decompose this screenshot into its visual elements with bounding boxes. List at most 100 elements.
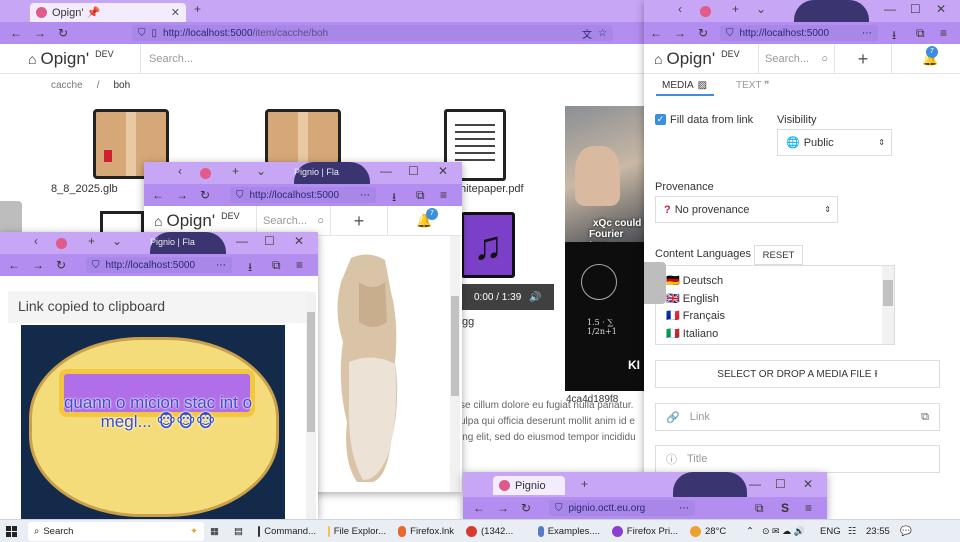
clock[interactable]: 23:55 xyxy=(860,520,894,542)
menu-icon[interactable]: ≡ xyxy=(805,501,812,515)
minimize-icon[interactable]: — xyxy=(749,477,761,491)
scrollbar[interactable] xyxy=(306,292,316,519)
home-logo[interactable]: ⌂ Opign' DEV xyxy=(654,49,758,69)
maximize-icon[interactable]: ☐ xyxy=(264,234,275,248)
language-item[interactable]: 🇬🇧 English xyxy=(666,291,894,309)
extension-s-icon[interactable]: S xyxy=(781,501,789,515)
taskbar-item-examples[interactable]: Examples.... xyxy=(532,520,606,542)
home-logo[interactable]: ⌂ Opign' DEV xyxy=(154,211,256,231)
breadcrumb-item-cacche[interactable]: cacche xyxy=(51,80,83,91)
tab-scroll-left-icon[interactable]: ‹ xyxy=(678,2,682,16)
forward-icon[interactable]: → xyxy=(674,26,686,40)
new-tab-icon[interactable]: + xyxy=(581,477,588,491)
main-search-input[interactable]: Search... xyxy=(140,43,640,74)
left-url-bar[interactable]: ⛉ http://localhost:5000 ⋯ xyxy=(86,257,232,273)
maximize-icon[interactable]: ☐ xyxy=(408,164,419,178)
volume-icon[interactable]: 🔊 xyxy=(529,292,541,303)
reload-icon[interactable]: ↻ xyxy=(58,26,68,40)
meme-image[interactable]: quann o micion stac int o megl... 🐵🐵🐵 xyxy=(21,325,285,519)
more-icon[interactable]: ⋯ xyxy=(679,503,689,514)
text-tab[interactable]: TEXT ❞ xyxy=(736,80,770,91)
forward-icon[interactable]: → xyxy=(497,501,509,515)
translate-icon[interactable]: 文 xyxy=(582,26,592,41)
middle-url-bar[interactable]: ⛉ http://localhost:5000 ⋯ xyxy=(230,187,376,203)
right-search-input[interactable]: Search... ○ xyxy=(758,43,834,74)
start-button[interactable] xyxy=(0,520,28,542)
reset-button[interactable]: RESET xyxy=(754,245,803,265)
close-window-icon[interactable]: ✕ xyxy=(803,477,813,491)
tray-overflow-icon[interactable]: ⌃ xyxy=(740,520,756,542)
back-icon[interactable]: ← xyxy=(152,188,164,202)
bookmark-star-icon[interactable]: ☆ xyxy=(598,28,607,39)
close-tab-icon[interactable]: ✕ xyxy=(171,6,180,19)
music-file-icon[interactable]: ♫ xyxy=(461,212,515,278)
download-icon[interactable]: ⭳ xyxy=(248,258,252,279)
add-button[interactable]: + xyxy=(834,43,892,74)
back-icon[interactable]: ← xyxy=(10,26,22,40)
reload-icon[interactable]: ↻ xyxy=(200,188,210,202)
reload-icon[interactable]: ↻ xyxy=(521,501,531,515)
back-icon[interactable]: ← xyxy=(8,258,20,272)
side-handle[interactable] xyxy=(644,262,666,304)
drop-media-button[interactable]: SELECT OR DROP A MEDIA FILE ⭱ xyxy=(655,360,940,388)
back-icon[interactable]: ← xyxy=(473,501,485,515)
forward-icon[interactable]: → xyxy=(34,26,46,40)
taskbar-item-chrome[interactable]: (1342... xyxy=(460,520,532,542)
scrollbar[interactable] xyxy=(450,236,460,492)
close-window-icon[interactable]: ✕ xyxy=(936,2,946,16)
taskbar-item-firefox-private[interactable]: Firefox Pri... xyxy=(606,520,684,542)
notifications-icon[interactable]: 💬 xyxy=(894,520,918,542)
new-tab-icon[interactable]: + xyxy=(194,2,201,16)
bottom-url-bar[interactable]: ⛉ pignio.octt.eu.org ⋯ xyxy=(549,500,695,516)
reload-icon[interactable]: ↻ xyxy=(698,26,708,40)
file-name-pdf[interactable]: hitepaper.pdf xyxy=(460,183,524,195)
language-item[interactable]: 🇮🇹 Italiano xyxy=(666,326,894,344)
fill-from-link-checkbox[interactable]: ✓ xyxy=(655,114,666,125)
tab-list-icon[interactable]: ⌄ xyxy=(256,164,266,178)
menu-icon[interactable]: ≡ xyxy=(440,188,447,202)
video-thumbnail[interactable]: xQc could Fourier tran 1.5 · ∑ 1/2n+1 KI xyxy=(565,106,645,391)
file-name-glb[interactable]: 8_8_2025.glb xyxy=(51,183,118,195)
menu-icon[interactable]: ≡ xyxy=(940,26,947,40)
bottom-browser-tab[interactable]: Pignio xyxy=(493,476,565,495)
media-tab[interactable]: MEDIA ▨ xyxy=(656,76,714,96)
visibility-select[interactable]: 🌐 Public ⇕ xyxy=(777,129,892,156)
tab-list-icon[interactable]: ⌄ xyxy=(756,2,766,16)
tab-scroll-left-icon[interactable]: ‹ xyxy=(178,164,182,178)
right-url-bar[interactable]: ⛉ http://localhost:5000 ⋯ xyxy=(720,25,878,41)
extensions-icon[interactable]: ⧉ xyxy=(916,26,925,41)
language-item[interactable]: 🇩🇪 Deutsch xyxy=(666,273,894,291)
link-input[interactable]: 🔗 Link ⧉ xyxy=(655,403,940,431)
minimize-icon[interactable]: — xyxy=(884,2,896,16)
tab-list-icon[interactable]: ⌄ xyxy=(112,234,122,248)
forward-icon[interactable]: → xyxy=(32,258,44,272)
taskbar-item-command[interactable]: Command... xyxy=(252,520,322,542)
taskbar-item-explorer[interactable]: File Explor... xyxy=(322,520,392,542)
notepad-icon[interactable]: ▤ xyxy=(228,520,252,542)
audio-player[interactable]: 0:00 / 1:39 🔊 xyxy=(462,284,554,310)
home-logo[interactable]: ⌂ Opign' DEV xyxy=(28,49,140,69)
task-view-icon[interactable]: ▦ xyxy=(204,520,228,542)
network-icon[interactable]: ☷ xyxy=(842,520,860,542)
list-scrollbar[interactable] xyxy=(882,266,894,344)
title-input[interactable]: ⓘ Title xyxy=(655,445,940,473)
new-tab-icon[interactable]: + xyxy=(232,164,239,178)
language-indicator[interactable]: ENG xyxy=(814,520,842,542)
taskbar-search[interactable]: ⌕ Search ✦ xyxy=(28,521,204,541)
back-icon[interactable]: ← xyxy=(650,26,662,40)
main-url-bar[interactable]: ⛉ ▯ http://localhost:5000/item/cacche/bo… xyxy=(132,25,613,41)
minimize-icon[interactable]: — xyxy=(380,164,392,178)
extensions-icon[interactable]: ⧉ xyxy=(272,258,281,273)
menu-icon[interactable]: ≡ xyxy=(296,258,303,272)
close-window-icon[interactable]: ✕ xyxy=(438,164,448,178)
new-tab-icon[interactable]: + xyxy=(732,2,739,16)
forward-icon[interactable]: → xyxy=(176,188,188,202)
maximize-icon[interactable]: ☐ xyxy=(775,477,786,491)
more-icon[interactable]: ⋯ xyxy=(360,190,370,201)
close-window-icon[interactable]: ✕ xyxy=(294,234,304,248)
paste-icon[interactable]: ⧉ xyxy=(921,411,929,424)
new-tab-icon[interactable]: + xyxy=(88,234,95,248)
middle-search-input[interactable]: Search... ○ xyxy=(256,205,330,236)
reload-icon[interactable]: ↻ xyxy=(56,258,66,272)
minimize-icon[interactable]: — xyxy=(236,234,248,248)
